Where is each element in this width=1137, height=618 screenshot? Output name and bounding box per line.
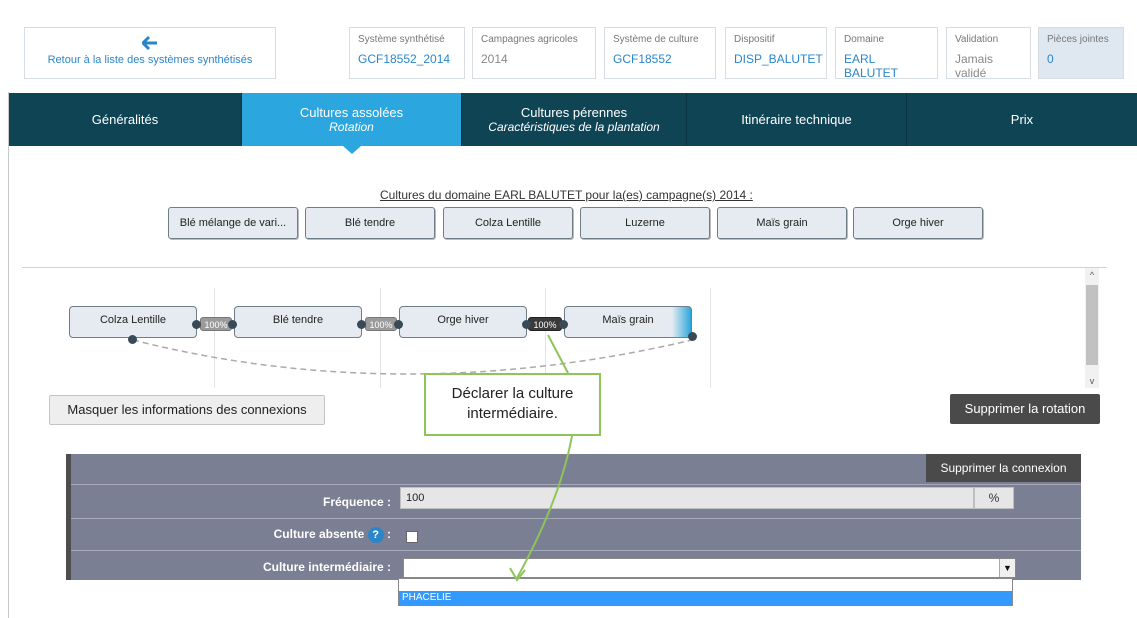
- main-tabs: Généralités Cultures assolées Rotation C…: [9, 93, 1137, 154]
- rotation-node[interactable]: Colza Lentille: [69, 306, 197, 338]
- grid-line: [380, 288, 381, 388]
- meta-attachments[interactable]: Pièces jointes 0: [1038, 27, 1124, 79]
- absent-suffix: :: [387, 527, 391, 542]
- callout-line: Déclarer la culture: [451, 385, 574, 402]
- delete-rotation-button[interactable]: Supprimer la rotation: [950, 394, 1100, 424]
- absent-row: Culture absente ? :: [71, 518, 1081, 550]
- frequency-unit: %: [974, 487, 1014, 509]
- intermediate-crop-dropdown: PHACELIE: [398, 578, 1013, 606]
- absent-label-group: Culture absente ? :: [71, 527, 391, 543]
- tab-label: Cultures pérennes: [520, 105, 628, 120]
- rotation-node[interactable]: Maïs grain: [564, 306, 692, 338]
- dropdown-option[interactable]: PHACELIE: [399, 591, 1012, 605]
- meta-key: Campagnes agricoles: [481, 34, 578, 45]
- grid-line: [214, 288, 215, 388]
- domain-crop-button[interactable]: Maïs grain: [717, 207, 847, 239]
- meta-domain[interactable]: Domaine EARL BALUTET: [835, 27, 938, 80]
- meta-cropping-system[interactable]: Système de culture GCF18552: [604, 27, 716, 79]
- help-icon[interactable]: ?: [367, 527, 384, 543]
- connector-dot: [522, 320, 531, 329]
- meta-value: 2014: [481, 52, 508, 66]
- scroll-up-icon[interactable]: ^: [1085, 268, 1099, 282]
- tab-cultures-assolees[interactable]: Cultures assolées Rotation: [242, 93, 462, 154]
- meta-value-link[interactable]: EARL BALUTET: [844, 52, 929, 80]
- meta-device[interactable]: Dispositif DISP_BALUTET: [725, 27, 827, 79]
- domain-crop-button[interactable]: Blé tendre: [305, 207, 435, 239]
- meta-validation: Validation Jamais validé: [946, 27, 1031, 80]
- domain-cultures-title: Cultures du domaine EARL BALUTET pour la…: [380, 188, 753, 202]
- meta-key: Système de culture: [613, 34, 699, 45]
- frequency-input[interactable]: 100: [400, 487, 974, 509]
- scroll-thumb[interactable]: [1086, 285, 1098, 365]
- tab-prix[interactable]: Prix: [907, 93, 1137, 146]
- back-to-list-button[interactable]: Retour à la liste des systèmes synthétis…: [24, 27, 276, 79]
- connector-dot: [357, 320, 366, 329]
- connector-dot: [192, 320, 201, 329]
- domain-crop-button[interactable]: Orge hiver: [853, 207, 983, 239]
- meta-synthesized-system[interactable]: Système synthétisé GCF18552_2014: [349, 27, 465, 79]
- connector-dot: [228, 320, 237, 329]
- connector-dot: [394, 320, 403, 329]
- meta-key: Domaine: [844, 34, 885, 45]
- meta-campaigns: Campagnes agricoles 2014: [472, 27, 596, 79]
- scroll-down-icon[interactable]: v: [1085, 374, 1099, 388]
- tab-label: Généralités: [91, 112, 159, 127]
- meta-key: Pièces jointes: [1047, 34, 1109, 45]
- intermediate-crop-select[interactable]: ▼: [403, 558, 1016, 578]
- back-to-list-label: Retour à la liste des systèmes synthétis…: [47, 54, 253, 66]
- absent-checkbox[interactable]: [406, 531, 418, 543]
- rotation-connection[interactable]: 100%: [365, 317, 397, 331]
- connector-dot[interactable]: [128, 335, 137, 344]
- meta-value-link[interactable]: 0: [1047, 52, 1115, 66]
- hide-connections-button[interactable]: Masquer les informations des connexions: [49, 395, 325, 425]
- tab-itineraire-technique[interactable]: Itinéraire technique: [687, 93, 907, 146]
- chevron-down-icon[interactable]: ▼: [999, 559, 1015, 577]
- domain-crop-button[interactable]: Blé mélange de vari...: [168, 207, 298, 239]
- tab-sublabel: Rotation: [329, 120, 374, 134]
- rotation-node[interactable]: Orge hiver: [399, 306, 527, 338]
- tab-label: Prix: [1010, 112, 1034, 127]
- frequency-label: Fréquence :: [322, 495, 391, 509]
- rotation-node[interactable]: Blé tendre: [234, 306, 362, 338]
- tab-label: Cultures assolées: [299, 105, 404, 120]
- meta-value-link[interactable]: GCF18552_2014: [358, 52, 456, 66]
- absent-label: Culture absente: [273, 527, 365, 542]
- meta-key: Système synthétisé: [358, 34, 445, 45]
- rotation-canvas[interactable]: Colza Lentille Blé tendre Orge hiver Maï…: [22, 268, 1084, 388]
- tab-sublabel: Caractéristiques de la plantation: [488, 120, 660, 134]
- tab-label: Itinéraire technique: [741, 112, 852, 127]
- rotation-scrollbar[interactable]: ^ v: [1085, 268, 1099, 388]
- meta-value-link[interactable]: GCF18552: [613, 52, 707, 66]
- rotation-connection-selected[interactable]: 100%: [528, 317, 562, 331]
- grid-line: [710, 288, 711, 388]
- domain-crop-button[interactable]: Colza Lentille: [443, 207, 573, 239]
- connector-dot[interactable]: [688, 332, 697, 341]
- callout-line: intermédiaire.: [467, 405, 558, 422]
- meta-value-link[interactable]: DISP_BALUTET: [734, 52, 823, 66]
- domain-crop-button[interactable]: Luzerne: [580, 207, 710, 239]
- intermediate-label: Culture intermédiaire :: [262, 560, 391, 574]
- connection-panel: Supprimer la connexion Fréquence : 100 %…: [66, 454, 1081, 580]
- tab-cultures-perennes[interactable]: Cultures pérennes Caractéristiques de la…: [462, 93, 687, 146]
- meta-key: Validation: [955, 34, 999, 45]
- delete-connection-button[interactable]: Supprimer la connexion: [926, 454, 1081, 482]
- meta-value: Jamais validé: [955, 52, 994, 80]
- annotation-callout: Déclarer la culture intermédiaire.: [424, 373, 601, 436]
- tab-generalites[interactable]: Généralités: [9, 93, 242, 146]
- meta-key: Dispositif: [734, 34, 775, 45]
- arrow-left-icon: [142, 36, 157, 50]
- connector-dot: [559, 320, 568, 329]
